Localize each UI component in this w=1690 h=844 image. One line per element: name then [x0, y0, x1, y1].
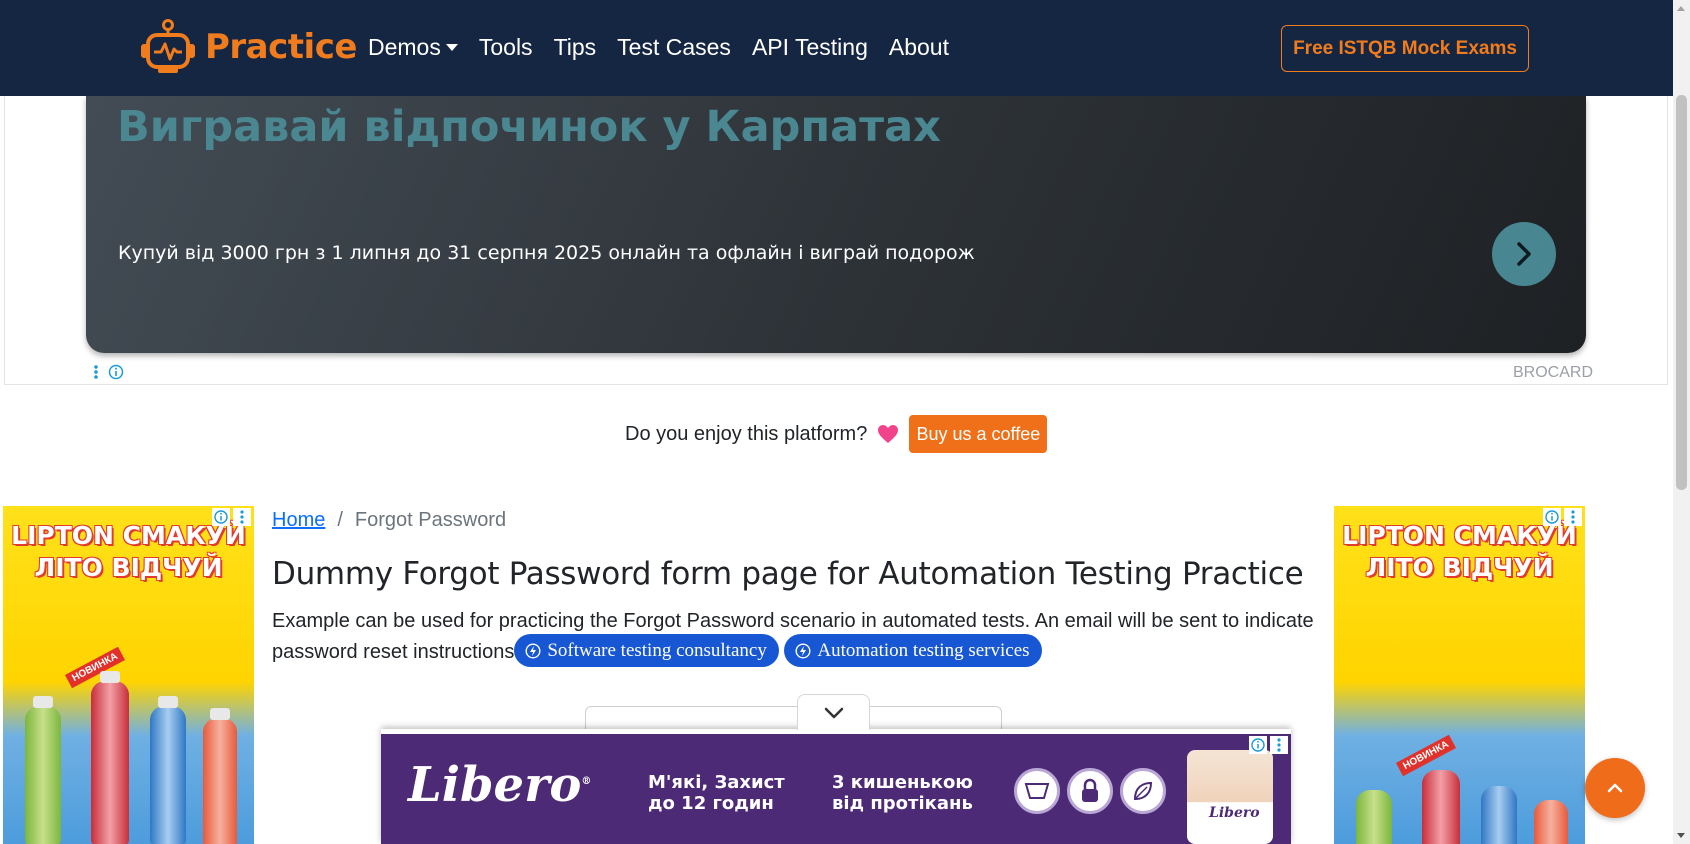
- nav-about[interactable]: About: [889, 34, 949, 61]
- robot-logo-icon: [141, 19, 195, 73]
- scroll-down-arrow-icon[interactable]: [1677, 833, 1685, 838]
- back-to-top-button[interactable]: [1585, 758, 1645, 818]
- top-ad-arrow-button[interactable]: [1492, 222, 1556, 286]
- bottle-image: [150, 706, 186, 844]
- nav-test-cases[interactable]: Test Cases: [617, 34, 731, 61]
- donate-section: Do you enjoy this platform? Buy us a cof…: [625, 415, 1048, 453]
- breadcrumb-current: Forgot Password: [354, 509, 507, 531]
- software-testing-consultancy-link[interactable]: Software testing consultancy: [514, 634, 779, 667]
- side-ad-line2: ЛІТО ВІДЧУЙ: [1365, 553, 1554, 582]
- chevron-down-icon: [824, 707, 843, 718]
- top-ad-heading[interactable]: Вигравай відпочинок у Карпатах: [117, 102, 941, 152]
- ad-info-icon[interactable]: [212, 508, 230, 526]
- pack-brand-label: Libero: [1209, 805, 1260, 821]
- bolt-circle-icon: [795, 642, 811, 659]
- scroll-thumb[interactable]: [1676, 95, 1687, 490]
- bottle-image: [1422, 770, 1460, 844]
- bottle-image: [1481, 786, 1517, 844]
- pill-label: Automation testing services: [817, 639, 1030, 661]
- libero-logo-text: Libero: [408, 757, 582, 813]
- scroll-up-arrow-icon[interactable]: [1677, 6, 1685, 11]
- nav-demos-label: Demos: [368, 34, 441, 60]
- ad-menu-icon[interactable]: [1270, 736, 1288, 754]
- donate-text: Do you enjoy this platform?: [625, 422, 868, 445]
- breadcrumb-separator: /: [337, 509, 343, 531]
- bottom-ad-text2-line1: 3 кишенькою: [832, 772, 973, 793]
- bottle-image: [203, 718, 237, 844]
- side-ad-line2: ЛІТО ВІДЧУЙ: [34, 553, 223, 582]
- bottom-sticky-ad[interactable]: Libero® М'які, Захист до 12 годин 3 кише…: [381, 729, 1291, 844]
- ad-menu-icon[interactable]: [233, 508, 251, 526]
- diaper-feature-icon: [1014, 768, 1060, 814]
- heart-icon: [878, 425, 899, 443]
- breadcrumb-home-link[interactable]: Home: [272, 509, 325, 532]
- bottom-ad-text1-line1: М'які, Захист: [648, 772, 785, 793]
- chevron-right-icon: [1517, 242, 1531, 266]
- ad-menu-icon[interactable]: [1564, 508, 1582, 526]
- caret-down-icon: [445, 44, 458, 51]
- page-title: Dummy Forgot Password form page for Auto…: [272, 556, 1304, 592]
- pill-label: Software testing consultancy: [547, 639, 767, 661]
- nav-tips[interactable]: Tips: [554, 34, 597, 61]
- ad-info-icon[interactable]: [108, 364, 124, 380]
- bottle-image: [1356, 790, 1392, 844]
- top-ad-subtext[interactable]: Купуй від 3000 грн з 1 липня до 31 серпн…: [118, 242, 975, 264]
- bottle-image: [25, 706, 61, 844]
- bottle-image: [1534, 800, 1568, 844]
- ad-info-icon[interactable]: [1249, 736, 1267, 754]
- page-scrollbar[interactable]: [1673, 0, 1690, 844]
- nav-tools[interactable]: Tools: [479, 34, 533, 61]
- libero-logo: Libero®: [408, 757, 592, 813]
- brand-link[interactable]: Practice: [139, 18, 357, 76]
- nav-api-testing[interactable]: API Testing: [752, 34, 868, 61]
- bottom-ad-text1: М'які, Захист до 12 годин: [648, 772, 785, 814]
- diaper-pack-image: Libero: [1187, 750, 1273, 844]
- brand-name: Practice: [205, 27, 357, 67]
- navbar: Practice Demos Tools Tips Test Cases API…: [0, 0, 1690, 96]
- page-description: Example can be used for practicing the F…: [272, 606, 1322, 669]
- bottle-cap: [100, 671, 120, 683]
- right-side-ad[interactable]: LIPTON СМАКУЙ ЛІТО ВІДЧУЙ НОВИНКА: [1334, 506, 1585, 844]
- breadcrumb: Home / Forgot Password: [272, 509, 506, 532]
- left-side-ad[interactable]: LIPTON СМАКУЙ ЛІТО ВІДЧУЙ НОВИНКА: [3, 506, 254, 844]
- collapse-ad-button[interactable]: [797, 694, 870, 730]
- buy-coffee-button[interactable]: Buy us a coffee: [909, 415, 1048, 453]
- ad-menu-icon[interactable]: [89, 364, 103, 380]
- automation-testing-services-link[interactable]: Automation testing services: [784, 634, 1042, 667]
- bottom-ad-text2: 3 кишенькою від протікань: [832, 772, 973, 814]
- bottle-image: [91, 681, 129, 844]
- bottom-ad-controls: [1249, 736, 1288, 754]
- leaf-feature-icon: [1120, 768, 1166, 814]
- chevron-up-icon: [1607, 783, 1623, 793]
- lock-feature-icon: [1067, 768, 1113, 814]
- ad-info-icon[interactable]: [1543, 508, 1561, 526]
- bottle-cap: [33, 696, 53, 708]
- bolt-circle-icon: [525, 642, 541, 659]
- bottom-ad-text1-line2: до 12 годин: [648, 793, 774, 814]
- bottle-cap: [210, 708, 230, 720]
- ad-advertiser-label: BROCARD: [1513, 364, 1594, 381]
- bottle-cap: [158, 696, 178, 708]
- nav-demos-dropdown[interactable]: Demos: [368, 34, 458, 61]
- istqb-mock-exams-button[interactable]: Free ISTQB Mock Exams: [1281, 25, 1529, 72]
- bottom-ad-text2-line2: від протікань: [832, 793, 973, 814]
- nav-links: Demos Tools Tips Test Cases API Testing …: [368, 34, 970, 61]
